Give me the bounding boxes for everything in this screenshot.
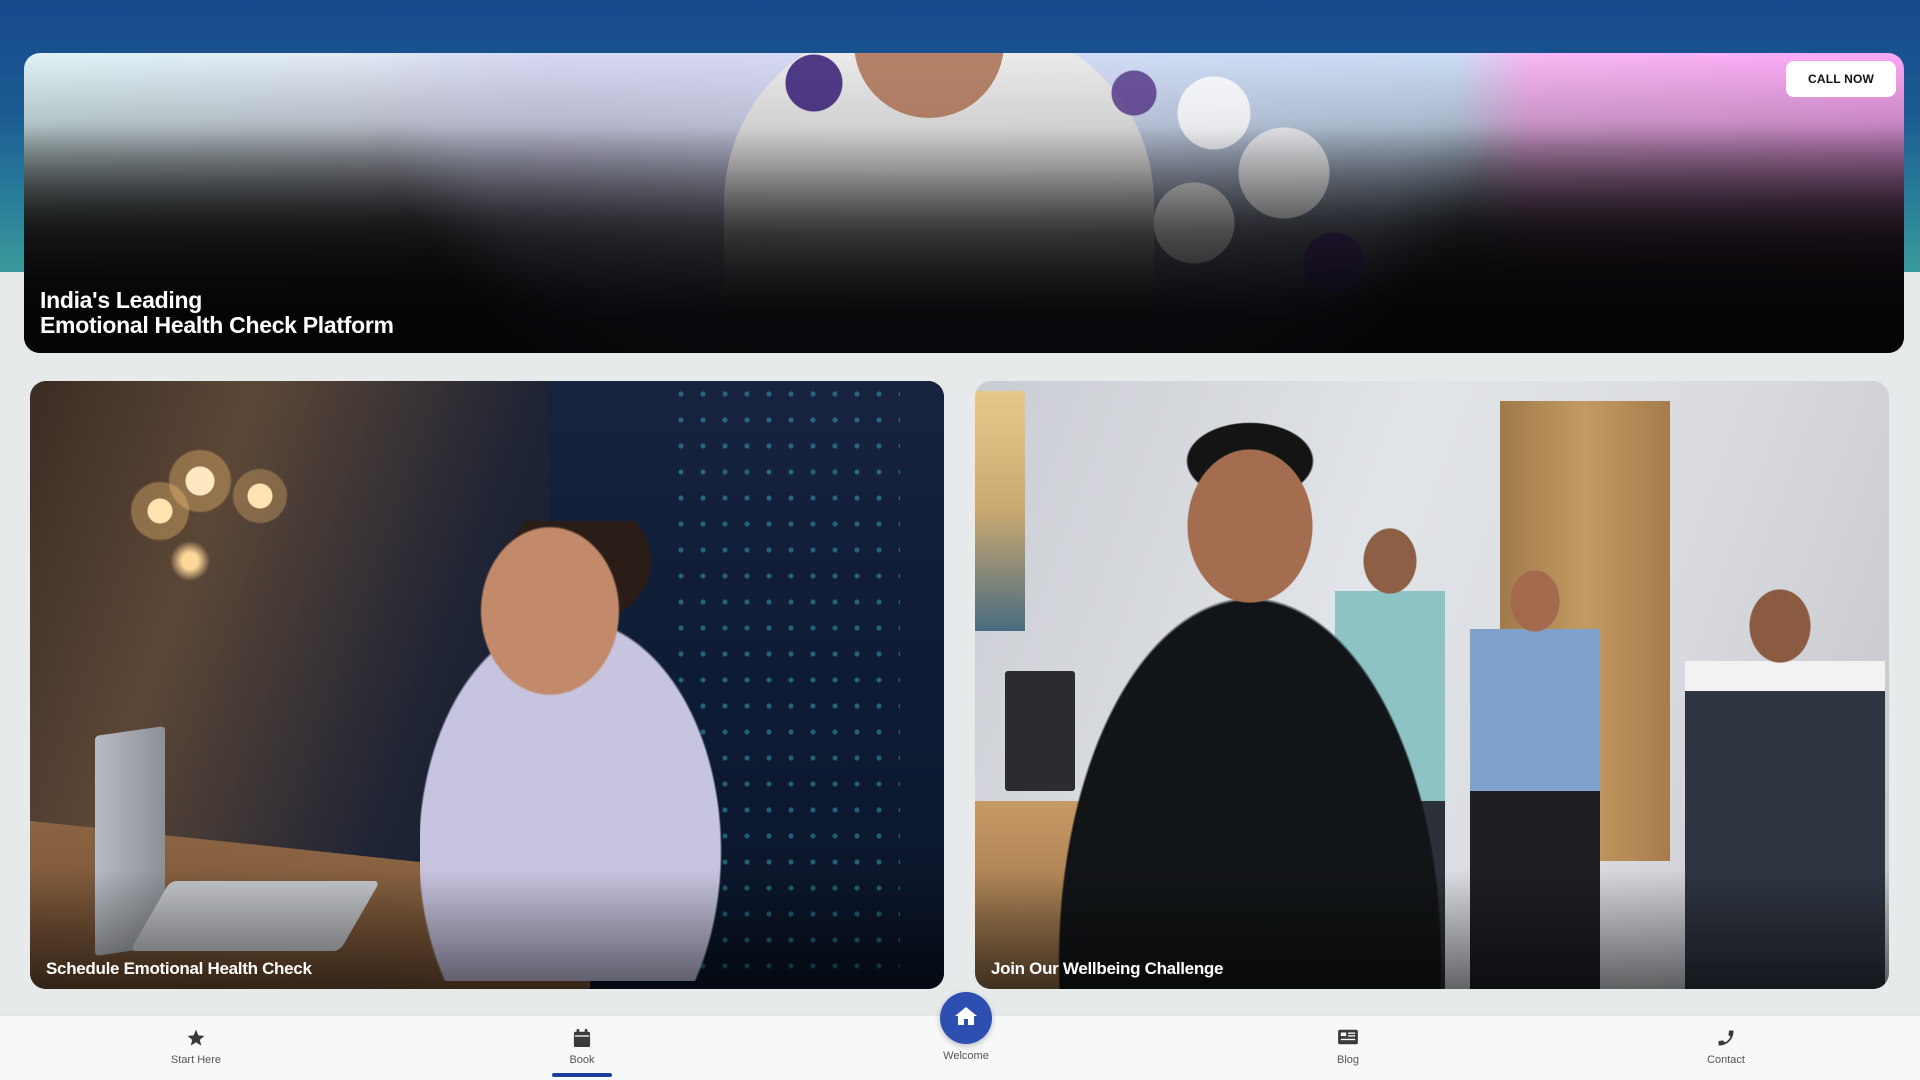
nav-label: Blog [1336,1054,1360,1066]
wellbeing-challenge-card[interactable]: Join Our Wellbeing Challenge [975,381,1889,989]
hero-title: India's Leading Emotional Health Check P… [40,288,394,338]
nav-contact[interactable]: Contact [1666,1028,1786,1066]
card-label: Join Our Wellbeing Challenge [991,959,1224,978]
card-label: Schedule Emotional Health Check [46,959,312,978]
hero-banner[interactable]: India's Leading Emotional Health Check P… [24,53,1904,353]
pendant-lights [130,421,330,581]
nav-book[interactable]: Book [522,1028,642,1066]
schedule-health-check-card[interactable]: Schedule Emotional Health Check [30,381,944,989]
home-icon [954,1005,978,1032]
nav-blog[interactable]: Blog [1288,1028,1408,1066]
star-icon [136,1028,256,1052]
welcome-label: Welcome [943,1050,989,1062]
call-now-button[interactable]: CALL NOW [1786,61,1896,97]
nav-label: Start Here [170,1054,222,1066]
hero-title-line-1: India's Leading [40,287,202,313]
phone-icon [1666,1028,1786,1052]
wall-painting [975,391,1025,631]
calendar-icon [522,1028,642,1052]
nav-label: Contact [1707,1054,1745,1066]
hero-title-line-2: Emotional Health Check Platform [40,312,394,338]
newspaper-icon [1288,1028,1408,1052]
active-tab-indicator [552,1073,612,1077]
nav-label: Book [569,1054,595,1066]
welcome-home-button[interactable] [940,992,992,1044]
nav-start-here[interactable]: Start Here [136,1028,256,1066]
